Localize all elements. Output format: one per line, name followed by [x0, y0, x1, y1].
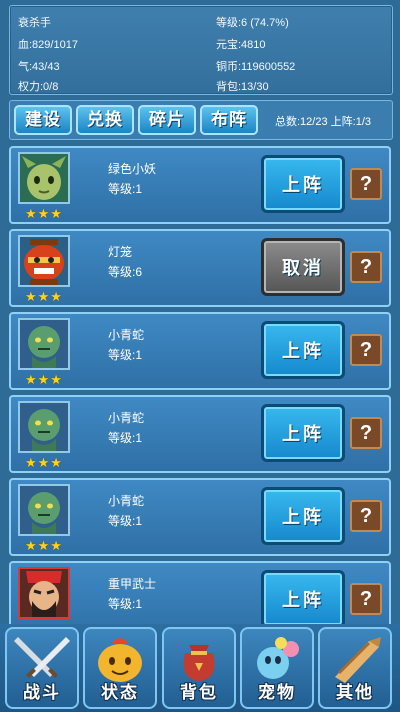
pet-level: 等级:1 [108, 597, 143, 611]
deploy-button[interactable]: 上阵 [261, 487, 345, 545]
player-yuanbao: 元宝:4810 [216, 39, 266, 51]
deploy-button[interactable]: 上阵 [261, 570, 345, 624]
pet-summary: 总数:12/23 上阵:1/3 [275, 116, 371, 128]
nav-bag[interactable]: 背包 [162, 627, 236, 709]
player-bag: 背包:13/30 [216, 81, 269, 93]
nav-label: 背包 [180, 683, 218, 702]
tab-bar: 建设 兑换 碎片 布阵 总数:12/23 上阵:1/3 [9, 100, 393, 140]
deploy-button[interactable]: 上阵 [261, 404, 345, 462]
player-power: 权力:0/8 [18, 81, 59, 93]
pet-name: 小青蛇 [108, 411, 145, 425]
nav-label: 其他 [336, 683, 374, 702]
help-icon[interactable]: ? [350, 583, 382, 615]
player-stats-panel: 衰杀手 血:829/1017 气:43/43 权力:0/8 等级:6 (74.7… [9, 5, 393, 95]
help-icon[interactable]: ? [350, 334, 382, 366]
green-sprout-portrait [18, 152, 70, 204]
help-icon[interactable]: ? [350, 417, 382, 449]
pet-level: 等级:1 [108, 348, 143, 362]
pet-row: ★★★ 小青蛇 等级:1 上阵 ? [9, 312, 391, 390]
nav-label: 状态 [101, 683, 139, 702]
player-name: 衰杀手 [18, 17, 51, 29]
pet-level: 等级:1 [108, 514, 143, 528]
pet-name: 小青蛇 [108, 328, 145, 342]
cancel-button[interactable]: 取消 [261, 238, 345, 296]
pet-level: 等级:6 [108, 265, 143, 279]
snake-portrait [18, 484, 70, 536]
tab-fragments[interactable]: 碎片 [138, 105, 196, 135]
player-hp: 血:829/1017 [18, 39, 78, 51]
player-copper: 铜币:119600552 [216, 61, 296, 73]
pet-name: 绿色小妖 [108, 162, 157, 176]
player-qi: 气:43/43 [18, 61, 60, 73]
pet-row: ★★★ 小青蛇 等级:1 上阵 ? [9, 478, 391, 556]
help-icon[interactable]: ? [350, 168, 382, 200]
star-rating: ★★★ [25, 372, 63, 387]
star-rating: ★★★ [25, 538, 63, 553]
pet-level: 等级:1 [108, 431, 143, 445]
help-icon[interactable]: ? [350, 500, 382, 532]
pet-row: ★★★ 绿色小妖 等级:1 上阵 ? [9, 146, 391, 224]
nav-other[interactable]: 其他 [318, 627, 392, 709]
pet-row: ★★★ 小青蛇 等级:1 上阵 ? [9, 395, 391, 473]
snake-portrait [18, 401, 70, 453]
nav-label: 战斗 [23, 683, 61, 702]
deploy-button[interactable]: 上阵 [261, 321, 345, 379]
pet-list[interactable]: ★★★ 绿色小妖 等级:1 上阵 ? ★★★ 灯笼 等级:6 取消 ? ★★★ … [9, 146, 391, 624]
star-rating: ★★★ [25, 289, 63, 304]
nav-battle[interactable]: 战斗 [5, 627, 79, 709]
pet-row: 重甲武士 等级:1 上阵 ? [9, 561, 391, 624]
warrior-portrait [18, 567, 70, 619]
pet-name: 灯笼 [108, 245, 133, 259]
pet-name: 小青蛇 [108, 494, 145, 508]
tab-formation[interactable]: 布阵 [200, 105, 258, 135]
pet-row: ★★★ 灯笼 等级:6 取消 ? [9, 229, 391, 307]
nav-label: 宠物 [258, 683, 296, 702]
bottom-nav: 战斗 状态 背包 宠物 其他 [0, 624, 400, 712]
pet-level: 等级:1 [108, 182, 143, 196]
tab-exchange[interactable]: 兑换 [76, 105, 134, 135]
star-rating: ★★★ [25, 206, 63, 221]
player-level: 等级:6 (74.7%) [216, 17, 289, 29]
tab-build[interactable]: 建设 [14, 105, 72, 135]
pet-name: 重甲武士 [108, 577, 157, 591]
nav-pets[interactable]: 宠物 [240, 627, 314, 709]
star-rating: ★★★ [25, 455, 63, 470]
lantern-portrait [18, 235, 70, 287]
snake-portrait [18, 318, 70, 370]
help-icon[interactable]: ? [350, 251, 382, 283]
nav-status[interactable]: 状态 [83, 627, 157, 709]
deploy-button[interactable]: 上阵 [261, 155, 345, 213]
